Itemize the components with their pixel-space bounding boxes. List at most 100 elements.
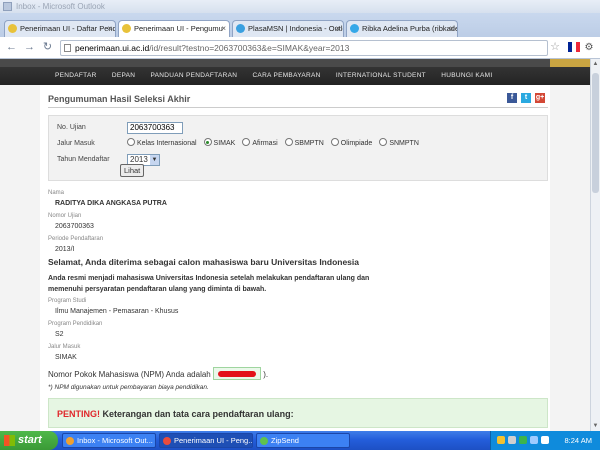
close-icon[interactable]: × <box>107 21 112 36</box>
google-plus-icon[interactable]: g+ <box>535 93 545 103</box>
prodi-label: Program Studi <box>48 298 87 304</box>
jalur-radio-group: Kelas Internasional SIMAK Afirmasi SBMPTN Ol… <box>127 138 426 150</box>
tray-icon[interactable] <box>530 436 538 444</box>
no-ujian-row: No. Ujian 2063700363 <box>57 122 183 134</box>
site-logo-strip <box>550 59 590 67</box>
task-outlook[interactable]: Inbox - Microsoft Out... <box>62 433 156 448</box>
npm-note: *) NPM digunakan untuk pembayaran biaya … <box>48 384 209 391</box>
scroll-down-icon[interactable]: ▼ <box>591 421 600 431</box>
social-share: f t g+ <box>503 92 545 103</box>
scroll-up-icon[interactable]: ▲ <box>591 59 600 69</box>
no-ujian-label: No. Ujian <box>57 124 86 131</box>
npm-suffix: ). <box>263 370 269 379</box>
start-button[interactable]: start <box>0 431 58 450</box>
radio-olimpiade[interactable]: Olimpiade <box>330 138 372 150</box>
nomor-ujian-value: 2063700363 <box>55 223 94 230</box>
task-zipsend[interactable]: ZipSend <box>256 433 350 448</box>
task-label: Penerimaan UI - Peng... <box>174 436 253 445</box>
back-arrow-icon[interactable]: ← <box>4 40 19 55</box>
nav-panduan[interactable]: PANDUAN PENDAFTARAN <box>150 72 237 79</box>
close-icon[interactable]: × <box>221 21 226 36</box>
radio-button[interactable] <box>330 138 339 146</box>
periode-label: Periode Pendaftaran <box>48 236 104 242</box>
browser-tabstrip: Penerimaan UI - Daftar Pend × Penerimaan… <box>0 13 600 37</box>
page-title: Pengumuman Hasil Seleksi Akhir <box>48 94 191 104</box>
main-content: Pengumuman Hasil Seleksi Akhir f t g+ No. … <box>40 85 550 431</box>
start-label: start <box>18 434 42 446</box>
no-ujian-input[interactable]: 2063700363 <box>127 122 183 134</box>
ui-favicon-icon <box>122 24 131 33</box>
twitter-icon[interactable]: t <box>521 93 531 103</box>
radio-simak[interactable]: SIMAK <box>203 138 236 150</box>
window-title: Inbox - Microsoft Outlook <box>16 2 105 11</box>
clock: 8:24 AM <box>564 436 592 445</box>
wrench-menu-icon[interactable]: ⚙ <box>582 40 596 55</box>
nav-hubungi[interactable]: HUBUNGI KAMI <box>441 72 492 79</box>
jalur-result-label: Jalur Masuk <box>48 344 81 350</box>
radio-button-selected[interactable] <box>203 138 212 146</box>
windows-logo-icon <box>4 435 15 446</box>
tab-pengumuman[interactable]: Penerimaan UI - Pengumu × <box>118 20 230 37</box>
tray-icon[interactable] <box>497 436 505 444</box>
address-host: penerimaan.ui.ac.id <box>75 43 150 53</box>
nama-value: RADITYA DIKA ANGKASA PUTRA <box>55 200 167 207</box>
penting-banner: PENTING! Keterangan dan tata cara pendaf… <box>48 398 548 428</box>
pendidikan-value: S2 <box>55 331 64 338</box>
page-icon <box>64 44 71 52</box>
radio-button[interactable] <box>127 138 135 146</box>
radio-button[interactable] <box>284 138 293 146</box>
chevron-down-icon[interactable]: ▼ <box>150 155 159 165</box>
npm-value-box <box>212 367 261 380</box>
radio-snmptn[interactable]: SNMPTN <box>379 138 419 150</box>
window-titlebar: Inbox - Microsoft Outlook <box>0 0 600 13</box>
scrollbar-thumb[interactable] <box>592 73 599 193</box>
language-flag-icon[interactable] <box>568 42 580 52</box>
nav-pembayaran[interactable]: CARA PEMBAYARAN <box>252 72 320 79</box>
tray-icon[interactable] <box>508 436 516 444</box>
site-top-strip <box>0 59 590 67</box>
radio-kelas-internasional[interactable]: Kelas Internasional <box>127 138 197 150</box>
facebook-icon[interactable]: f <box>507 93 517 103</box>
browser-toolbar: ← → ↻ penerimaan.ui.ac.id/id/result?test… <box>0 37 600 59</box>
tab-label: PlasaMSN | Indonesia - Outlo <box>248 24 344 33</box>
tray-icon[interactable] <box>519 436 527 444</box>
radio-label: SBMPTN <box>294 140 324 147</box>
radio-label: SIMAK <box>213 140 236 147</box>
acceptance-paragraph: Anda resmi menjadi mahasiswa Universitas… <box>48 275 370 293</box>
radio-label: Afirmasi <box>252 140 278 147</box>
radio-sbmptn[interactable]: SBMPTN <box>284 138 324 150</box>
radio-afirmasi[interactable]: Afirmasi <box>242 138 278 150</box>
bookmark-star-icon[interactable]: ☆ <box>548 40 562 55</box>
lihat-button[interactable]: Lihat <box>120 164 145 177</box>
chrome-icon <box>163 437 171 445</box>
forward-arrow-icon[interactable]: → <box>22 40 37 55</box>
prodi-value: Ilmu Manajemen - Pemasaran - Khusus <box>55 308 179 315</box>
close-icon[interactable]: × <box>449 21 454 36</box>
windows-taskbar: start Inbox - Microsoft Out... Penerimaa… <box>0 431 600 450</box>
jalur-row: Jalur Masuk Kelas Internasional SIMAK Afir… <box>57 138 547 150</box>
penting-label: PENTING! <box>57 409 101 419</box>
address-bar[interactable]: penerimaan.ui.ac.id/id/result?testno=206… <box>60 40 548 56</box>
tab-plasamsn[interactable]: PlasaMSN | Indonesia - Outlo × <box>232 20 344 37</box>
jalur-label: Jalur Masuk <box>57 140 95 147</box>
radio-button[interactable] <box>242 138 251 146</box>
nav-depan[interactable]: DEPAN <box>112 72 135 79</box>
nama-label: Nama <box>48 190 65 196</box>
task-label: Inbox - Microsoft Out... <box>77 436 153 445</box>
page-viewport: PENDAFTAR DEPAN PANDUAN PENDAFTARAN CARA… <box>0 59 590 431</box>
close-icon[interactable]: × <box>335 21 340 36</box>
radio-button[interactable] <box>379 138 388 146</box>
volume-icon[interactable] <box>541 436 549 444</box>
zipsend-icon <box>260 437 268 445</box>
twitter-favicon-icon <box>350 24 359 33</box>
tahun-row: Tahun Mendaftar 2013 ▼ <box>57 154 160 166</box>
nav-international[interactable]: INTERNATIONAL STUDENT <box>336 72 426 79</box>
nav-pendaftar[interactable]: PENDAFTAR <box>55 72 97 79</box>
task-chrome[interactable]: Penerimaan UI - Peng... <box>159 433 253 448</box>
page-scrollbar[interactable]: ▲ ▼ <box>590 59 600 431</box>
reload-icon[interactable]: ↻ <box>40 40 55 55</box>
tab-daftar[interactable]: Penerimaan UI - Daftar Pend × <box>4 20 116 37</box>
site-navigation: PENDAFTAR DEPAN PANDUAN PENDAFTARAN CARA… <box>0 59 590 85</box>
radio-label: Kelas Internasional <box>137 140 197 147</box>
tab-twitter[interactable]: Ribka Adelina Purba (ribkade × <box>346 20 458 37</box>
